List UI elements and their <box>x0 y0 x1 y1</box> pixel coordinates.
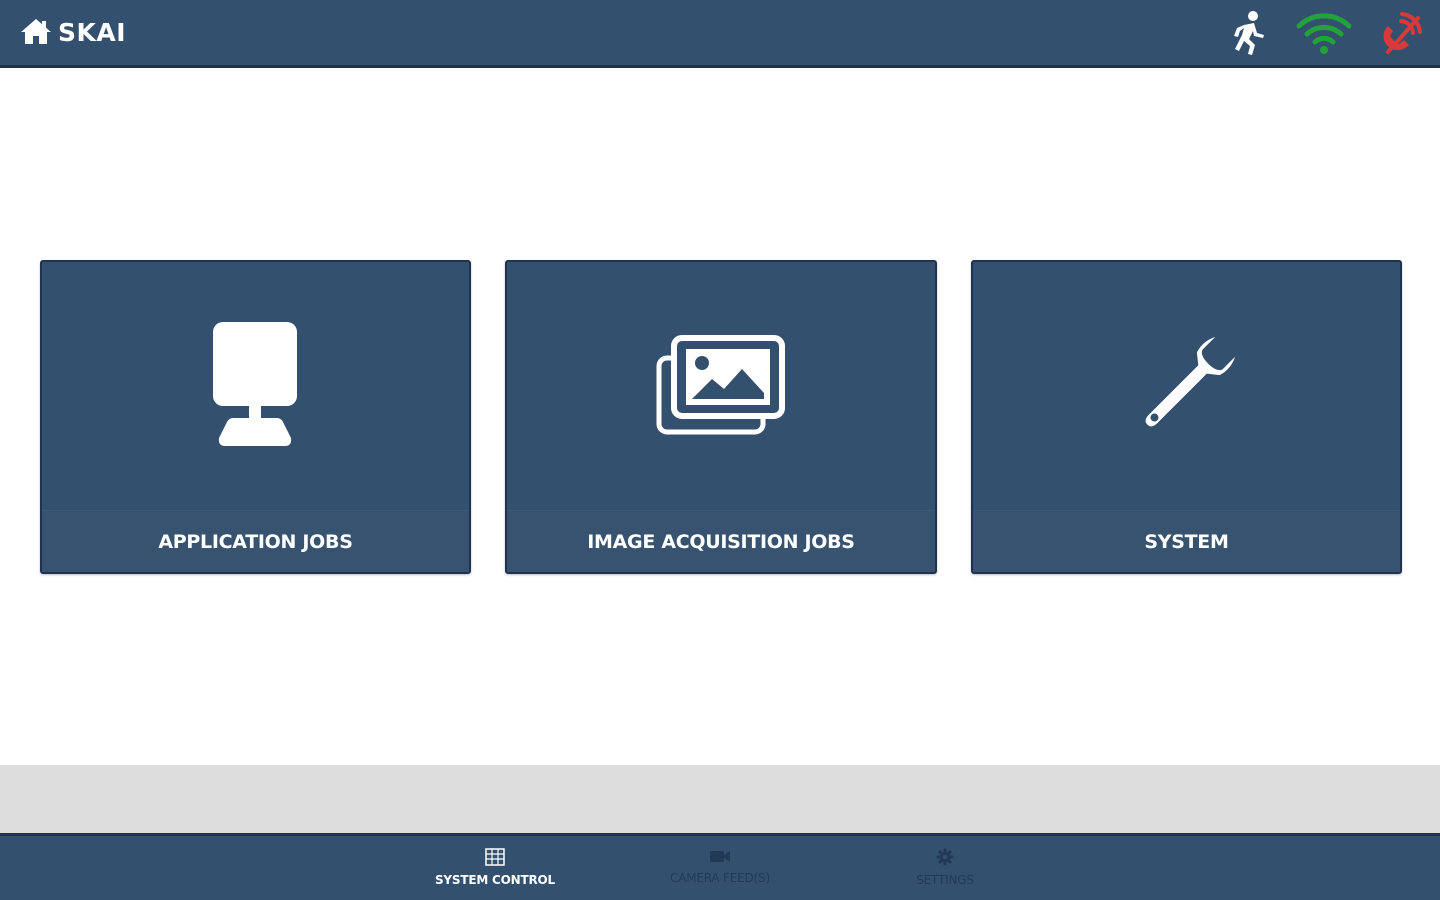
top-bar: SKAI <box>0 0 1440 68</box>
gear-icon <box>936 848 954 870</box>
video-camera-icon <box>709 848 731 868</box>
nav-settings[interactable]: SETTINGS <box>835 848 1055 887</box>
image-gallery-icon <box>656 335 786 439</box>
tile-label: IMAGE ACQUISITION JOBS <box>507 510 935 572</box>
tile-grid: APPLICATION JOBS IMAGE ACQUISITION JOBS <box>40 260 1402 574</box>
nav-label: CAMERA FEED(S) <box>670 871 770 885</box>
running-person-icon[interactable] <box>1226 9 1270 57</box>
home-link[interactable]: SKAI <box>20 17 126 49</box>
disconnected-phone-icon[interactable] <box>1378 10 1424 56</box>
tile-label: APPLICATION JOBS <box>42 510 469 572</box>
wrench-icon <box>1127 325 1247 449</box>
home-icon <box>20 17 52 49</box>
nav-system-control[interactable]: SYSTEM CONTROL <box>385 848 605 887</box>
nav-label: SYSTEM CONTROL <box>434 873 555 887</box>
camera-device-icon <box>211 320 301 454</box>
nav-camera-feeds[interactable]: CAMERA FEED(S) <box>610 848 830 885</box>
wifi-icon[interactable] <box>1296 12 1352 54</box>
tile-label: SYSTEM <box>973 510 1400 572</box>
system-tile[interactable]: SYSTEM <box>971 260 1402 574</box>
main-content: APPLICATION JOBS IMAGE ACQUISITION JOBS <box>0 68 1440 765</box>
app-title: SKAI <box>58 18 127 47</box>
status-strip <box>0 765 1440 833</box>
nav-label: SETTINGS <box>916 873 974 887</box>
status-icons <box>1226 9 1424 57</box>
image-acquisition-jobs-tile[interactable]: IMAGE ACQUISITION JOBS <box>505 260 937 574</box>
bottom-nav: SYSTEM CONTROL CAMERA FEED(S) SETTINGS <box>0 833 1440 900</box>
grid-icon <box>485 848 505 870</box>
application-jobs-tile[interactable]: APPLICATION JOBS <box>40 260 471 574</box>
